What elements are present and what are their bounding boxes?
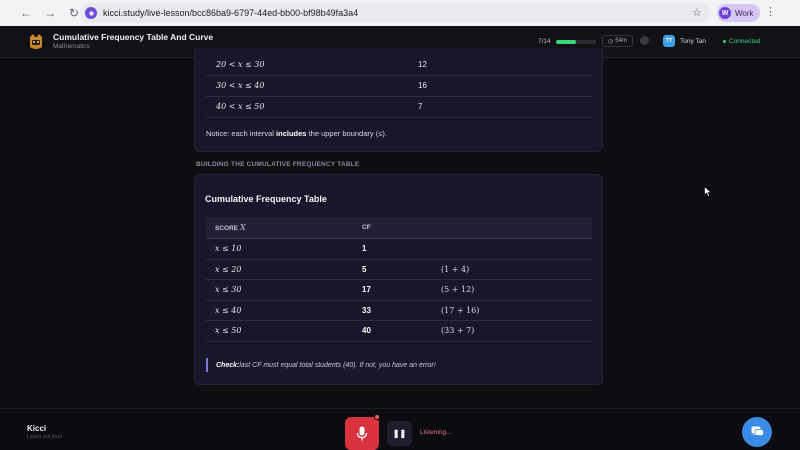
cf-cell: 40: [362, 326, 371, 336]
microphone-icon: [356, 426, 368, 441]
profile-avatar: W: [719, 7, 731, 19]
assistant-tagline: Learn out loud: [27, 434, 63, 440]
settings-icon[interactable]: [640, 36, 649, 45]
user-name: Tony Tan: [680, 38, 706, 45]
calc-cell: (1 + 4): [441, 264, 470, 274]
cf-cell: 5: [362, 264, 367, 274]
profile-label: Work: [735, 8, 754, 18]
score-header-label: SCORE: [215, 225, 239, 232]
timer-badge: ◷ 54m: [602, 35, 633, 47]
score-column-header: SCORE X: [206, 223, 353, 232]
cf-column-header: CF: [362, 224, 371, 231]
microphone-button[interactable]: [345, 417, 379, 450]
calc-cell: (33 + 7): [441, 326, 475, 336]
check-label: Check:: [216, 361, 240, 369]
table-header: SCORE X CF: [206, 217, 592, 239]
voice-control-bar: Kicci Learn out loud ❚❚ Listening...: [0, 408, 800, 450]
card-title: Cumulative Frequency Table: [205, 194, 327, 204]
interval-cell: 30 < x ≤ 40: [206, 75, 408, 97]
interval-cell: 20 < x ≤ 30: [206, 54, 408, 76]
pause-button[interactable]: ❚❚: [387, 421, 412, 446]
check-text: last CF must equal total students (40). …: [239, 361, 436, 369]
clock-icon: ◷: [608, 38, 614, 45]
progress-bar: [556, 40, 596, 44]
score-cell: x ≤ 20: [215, 264, 242, 274]
progress-fill: [556, 40, 576, 44]
score-cell: x ≤ 40: [215, 305, 242, 315]
frequency-table-card: 20 < x ≤ 30 12 30 < x ≤ 40 16 40 < x ≤ 5…: [194, 48, 603, 152]
notice-text: Notice: each interval includes the upper…: [206, 129, 387, 138]
lesson-title: Cumulative Frequency Table And Curve: [53, 32, 214, 42]
recording-indicator-icon: [374, 414, 380, 420]
notice-bold: includes: [276, 129, 307, 138]
table-row: x ≤ 10 1: [206, 239, 592, 260]
score-header-variable: X: [239, 223, 246, 232]
cf-cell: 33: [362, 305, 371, 315]
progress-counter: 7/14: [538, 38, 551, 45]
mouse-cursor-icon: [704, 186, 712, 197]
table-row: 40 < x ≤ 50 7: [206, 96, 592, 118]
url-text[interactable]: kicci.study/live-lesson/bcc86ba9-6797-44…: [103, 8, 358, 18]
cf-cell: 17: [362, 285, 371, 295]
table-row: x ≤ 30 17 (5 + 12): [206, 280, 592, 301]
frequency-cell: 16: [408, 75, 592, 97]
notice-prefix: Notice: each interval: [206, 129, 277, 138]
frequency-cell: 7: [408, 96, 592, 118]
calc-cell: (17 + 16): [441, 305, 480, 315]
browser-toolbar: ← → ↻ kicci.study/live-lesson/bcc86ba9-6…: [0, 0, 800, 26]
listening-status: Listening...: [420, 429, 452, 436]
site-info-icon[interactable]: [85, 7, 97, 19]
pause-icon: ❚❚: [392, 429, 407, 438]
notice-suffix: the upper boundary (≤).: [306, 129, 387, 138]
timer-text: 54m: [615, 38, 627, 44]
score-cell: x ≤ 50: [215, 326, 242, 336]
connection-status-text: Connected: [729, 38, 761, 45]
frequency-table: 20 < x ≤ 30 12 30 < x ≤ 40 16 40 < x ≤ 5…: [206, 54, 592, 118]
browser-menu-icon[interactable]: ⋮: [765, 5, 776, 18]
lesson-subject: Mathematics: [53, 43, 90, 50]
cumulative-frequency-card: Cumulative Frequency Table SCORE X CF x …: [194, 174, 603, 385]
cf-cell: 1: [362, 244, 367, 254]
chat-bubble-icon: [751, 426, 764, 436]
status-dot-icon: [723, 40, 726, 43]
chat-button[interactable]: [742, 417, 772, 447]
back-icon[interactable]: ←: [16, 3, 36, 23]
table-row: 20 < x ≤ 30 12: [206, 54, 592, 76]
table-row: x ≤ 40 33 (17 + 16): [206, 301, 592, 321]
kicci-logo-icon: [30, 34, 42, 49]
table-row: x ≤ 20 5 (1 + 4): [206, 260, 592, 280]
interval-cell: 40 < x ≤ 50: [206, 96, 408, 118]
table-row: 30 < x ≤ 40 16: [206, 75, 592, 97]
check-callout: Check: last CF must equal total students…: [206, 358, 436, 372]
assistant-name: Kicci: [27, 424, 47, 433]
address-bar[interactable]: kicci.study/live-lesson/bcc86ba9-6797-44…: [80, 3, 710, 23]
user-avatar[interactable]: TT: [663, 35, 675, 47]
score-cell: x ≤ 10: [215, 244, 242, 254]
bookmark-star-icon[interactable]: ☆: [692, 6, 702, 19]
frequency-cell: 12: [408, 54, 592, 76]
section-heading: BUILDING THE CUMULATIVE FREQUENCY TABLE: [196, 161, 360, 168]
connection-status: Connected: [723, 38, 760, 45]
score-cell: x ≤ 30: [215, 285, 242, 295]
calc-cell: (5 + 12): [441, 285, 475, 295]
cf-table: SCORE X CF x ≤ 10 1 x ≤ 20 5 (1 + 4) x ≤…: [206, 217, 592, 342]
table-row: x ≤ 50 40 (33 + 7): [206, 321, 592, 342]
forward-icon[interactable]: →: [40, 3, 60, 23]
profile-chip[interactable]: W Work: [717, 4, 760, 22]
